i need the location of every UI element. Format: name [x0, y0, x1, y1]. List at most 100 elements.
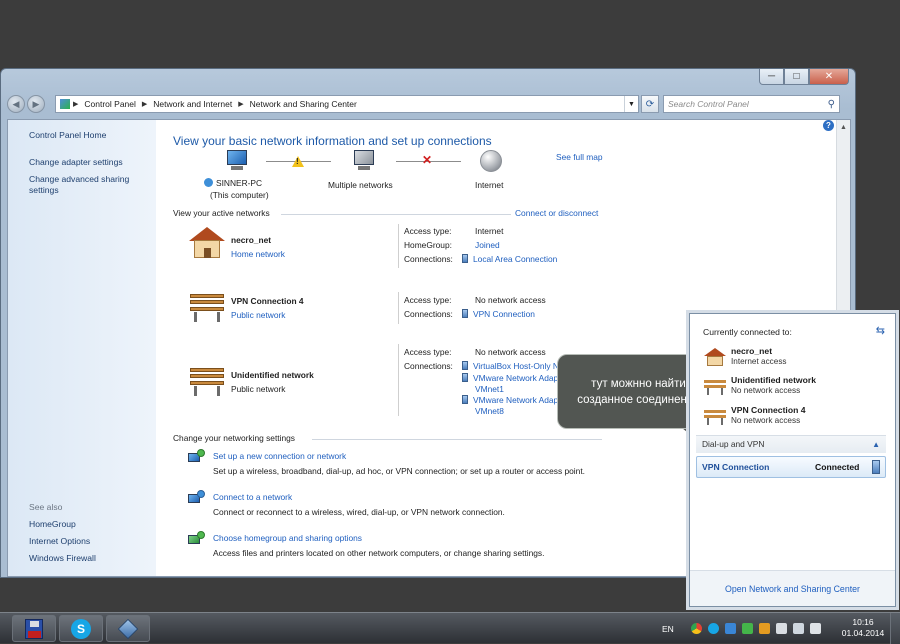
network-category-link[interactable]: Home network: [231, 249, 285, 259]
minimize-button[interactable]: ─: [759, 69, 784, 85]
close-button[interactable]: ✕: [809, 69, 849, 85]
vpn-connection-item[interactable]: VPN Connection Connected: [696, 456, 886, 478]
computer-name: SINNER-PC: [204, 178, 262, 188]
connection-link-cont[interactable]: VMnet8: [475, 406, 504, 416]
network-name: VPN Connection 4: [231, 296, 304, 306]
breadcrumb-network-sharing-center[interactable]: Network and Sharing Center: [250, 99, 357, 109]
taskbar-app-button[interactable]: [12, 615, 56, 642]
flyout-network-item[interactable]: necro_net Internet access: [704, 346, 884, 372]
search-input[interactable]: Search Control Panel ⚲: [663, 95, 840, 113]
address-bar[interactable]: ▶ Control Panel ▶ Network and Internet ▶…: [55, 95, 639, 113]
breadcrumb-separator-icon: ▶: [238, 101, 244, 108]
homegroup-sharing-link[interactable]: Choose homegroup and sharing options: [213, 533, 362, 543]
access-type-label: Access type:: [404, 347, 452, 357]
breadcrumb-control-panel[interactable]: Control Panel: [84, 99, 136, 109]
back-arrow-icon: ◀: [12, 98, 20, 109]
connection-link[interactable]: VMware Network Adapter: [462, 395, 568, 405]
breadcrumb-network-internet[interactable]: Network and Internet: [153, 99, 232, 109]
connection-link[interactable]: VMware Network Adapter: [462, 373, 568, 383]
navigation-bar: ◀ ▶ ▶ Control Panel ▶ Network and Intern…: [7, 93, 849, 115]
forward-arrow-icon: ▶: [32, 98, 40, 109]
setup-connection-desc: Set up a wireless, broadband, dial-up, a…: [213, 466, 585, 476]
change-adapter-settings-link[interactable]: Change adapter settings: [29, 157, 123, 168]
flyout-header: Currently connected to:: [703, 327, 792, 337]
adapter-icon: [462, 395, 468, 404]
homegroup-joined-link[interactable]: Joined: [475, 240, 500, 250]
address-dropdown-icon[interactable]: ▼: [624, 96, 638, 112]
computer-sub: (This computer): [210, 190, 269, 200]
setup-connection-link[interactable]: Set up a new connection or network: [213, 451, 346, 461]
vpn-adapter-icon: [872, 460, 880, 474]
dialup-vpn-section-header[interactable]: Dial-up and VPN ▲: [696, 435, 886, 453]
collapse-chevron-icon[interactable]: ▲: [872, 436, 880, 453]
chrome-tray-icon[interactable]: [690, 623, 702, 634]
access-type-label: Access type:: [404, 295, 452, 305]
homegroup-label: HomeGroup:: [404, 240, 452, 250]
refresh-icon: ⟳: [645, 98, 655, 110]
virtualbox-icon: [117, 618, 139, 639]
access-type-value: No network access: [475, 295, 546, 305]
forward-button[interactable]: ▶: [27, 95, 45, 113]
scroll-up-icon[interactable]: ▲: [837, 120, 850, 134]
network-tray-icon[interactable]: [792, 623, 804, 634]
taskbar-app-button[interactable]: [106, 615, 150, 642]
change-advanced-sharing-link[interactable]: Change advanced sharing settings: [29, 174, 139, 196]
flyout-network-item[interactable]: VPN Connection 4 No network access: [704, 405, 884, 431]
skype-icon: S: [71, 618, 91, 639]
connection-link[interactable]: VPN Connection: [462, 309, 535, 319]
active-networks-header: View your active networks: [173, 208, 270, 218]
access-type-value: Internet: [475, 226, 504, 236]
left-task-pane: Control Panel Home Change adapter settin…: [8, 120, 156, 576]
volume-tray-icon[interactable]: [809, 623, 821, 634]
connection-link[interactable]: Local Area Connection: [462, 254, 557, 264]
back-button[interactable]: ◀: [7, 95, 25, 113]
open-network-center-link[interactable]: Open Network and Sharing Center: [690, 570, 895, 606]
new-connection-icon: [188, 449, 206, 465]
flag-tray-icon[interactable]: [775, 623, 787, 634]
clock[interactable]: 10:16 01.04.2014: [838, 617, 888, 639]
page-title: View your basic network information and …: [173, 134, 492, 148]
help-icon[interactable]: ?: [823, 120, 834, 131]
see-full-map-link[interactable]: See full map: [556, 152, 603, 162]
windows-firewall-link[interactable]: Windows Firewall: [29, 553, 96, 564]
disconnected-x-icon: ✕: [422, 153, 433, 167]
green-tray-icon[interactable]: [741, 623, 753, 634]
network-category-link[interactable]: Public network: [231, 310, 285, 320]
access-type-label: Access type:: [404, 226, 452, 236]
settings-header: Change your networking settings: [173, 433, 295, 443]
homegroup-link[interactable]: HomeGroup: [29, 519, 76, 530]
connect-to-network-desc: Connect or reconnect to a wireless, wire…: [213, 507, 505, 517]
maximize-button[interactable]: □: [784, 69, 809, 85]
refresh-button[interactable]: ⟳: [641, 95, 659, 113]
adapter-icon: [462, 361, 468, 370]
connection-link-cont[interactable]: VMnet1: [475, 384, 504, 394]
taskbar-app-button[interactable]: S: [59, 615, 103, 642]
internet-options-link[interactable]: Internet Options: [29, 536, 90, 547]
flyout-network-item[interactable]: Unidentified network No network access: [704, 375, 884, 401]
breadcrumb-separator-icon: ▶: [141, 101, 148, 108]
search-placeholder: Search Control Panel: [668, 99, 749, 109]
system-tray: EN: [662, 613, 824, 644]
network-category: Public network: [231, 384, 286, 394]
public-network-bench-icon[interactable]: [190, 368, 224, 396]
folder-tray-icon[interactable]: [758, 623, 770, 634]
public-network-bench-icon[interactable]: [190, 294, 224, 322]
vpn-connection-status: Connected: [815, 462, 860, 472]
connect-to-network-link[interactable]: Connect to a network: [213, 492, 292, 502]
show-desktop-button[interactable]: [890, 613, 900, 644]
search-icon[interactable]: ⚲: [828, 99, 835, 110]
display-tray-icon[interactable]: [724, 623, 736, 634]
floppy-disk-icon: [25, 618, 43, 639]
skype-tray-icon[interactable]: [707, 623, 719, 634]
refresh-networks-icon[interactable]: ⇆: [876, 324, 885, 337]
control-panel-home-link[interactable]: Control Panel Home: [29, 130, 106, 141]
connect-disconnect-link[interactable]: Connect or disconnect: [515, 208, 598, 218]
multiple-networks-label: Multiple networks: [328, 180, 393, 190]
connect-network-icon: [188, 490, 206, 506]
multiple-networks-icon: [349, 150, 375, 172]
connections-label: Connections:: [404, 309, 453, 319]
home-network-icon[interactable]: [189, 227, 225, 259]
network-name: Unidentified network: [231, 370, 314, 380]
language-indicator[interactable]: EN: [662, 624, 674, 634]
bench-icon: [704, 407, 726, 425]
